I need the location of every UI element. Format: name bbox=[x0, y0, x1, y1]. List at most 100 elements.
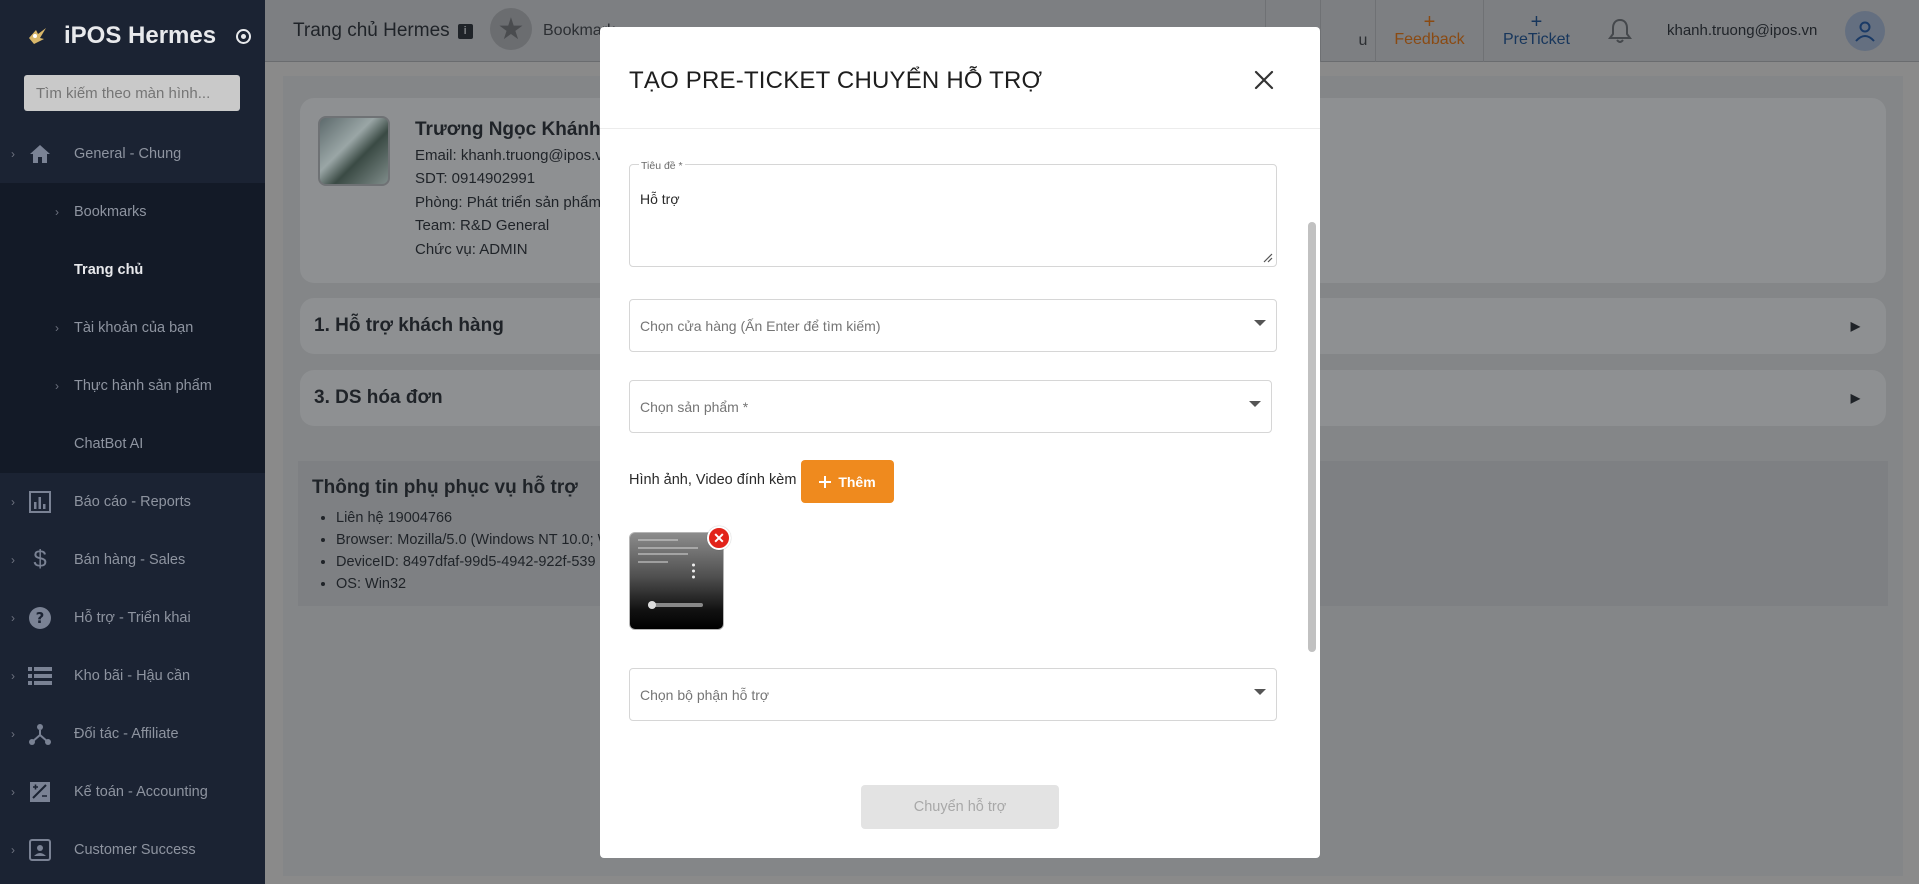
attachments-label: Hình ảnh, Video đính kèm bbox=[629, 472, 797, 488]
store-select[interactable]: Chọn cửa hàng (Ấn Enter để tìm kiếm) bbox=[629, 299, 1277, 352]
list-item: OS: Win32 bbox=[336, 573, 615, 595]
sidebar-item-general[interactable]: › General - Chung bbox=[0, 125, 265, 183]
caret-right-icon: ▶ bbox=[1850, 319, 1860, 333]
user-icon bbox=[1855, 21, 1875, 42]
section-title: 1. Hỗ trợ khách hàng bbox=[314, 315, 504, 336]
sidebar-item-bookmarks[interactable]: › Bookmarks bbox=[0, 183, 265, 241]
preticket-label: PreTicket bbox=[1503, 31, 1570, 48]
sidebar-item-label: Báo cáo - Reports bbox=[74, 494, 191, 510]
bar-chart-icon bbox=[27, 489, 53, 515]
department-select[interactable]: Chọn bộ phận hỗ trợ bbox=[629, 668, 1277, 721]
add-button-label: Thêm bbox=[838, 473, 876, 490]
sidebar-item-accounting[interactable]: › Kế toán - Accounting bbox=[0, 763, 265, 821]
menu-button-label: u bbox=[1358, 32, 1368, 49]
sidebar-item-label: Tài khoản của bạn bbox=[74, 320, 194, 336]
brand[interactable]: iPOS Hermes bbox=[26, 22, 252, 50]
sidebar-item-support[interactable]: › ? Hỗ trợ - Triển khai bbox=[0, 589, 265, 647]
chevron-right-icon: › bbox=[11, 147, 15, 161]
sidebar-item-reports[interactable]: › Báo cáo - Reports bbox=[0, 473, 265, 531]
help-circle-icon: ? bbox=[27, 605, 53, 631]
profile-email: Email: khanh.truong@ipos.vn bbox=[415, 146, 612, 164]
page-title-text: Trang chủ Hermes bbox=[293, 20, 450, 41]
bell-icon[interactable] bbox=[1605, 16, 1635, 46]
preticket-button[interactable]: + PreTicket bbox=[1483, 0, 1589, 62]
sidebar-item-label: Thực hành sản phẩm bbox=[74, 378, 212, 394]
submit-support-button[interactable]: Chuyển hỗ trợ bbox=[861, 785, 1059, 829]
user-email[interactable]: khanh.truong@ipos.vn bbox=[1667, 22, 1817, 39]
support-info-list: Liên hệ 19004766 Browser: Mozilla/5.0 (W… bbox=[336, 507, 615, 595]
list-item: Browser: Mozilla/5.0 (Windows NT 10.0; W… bbox=[336, 529, 615, 551]
profile-name: Trương Ngọc Khánh bbox=[415, 119, 601, 140]
sidebar-item-product-practice[interactable]: › Thực hành sản phẩm bbox=[0, 357, 265, 415]
subject-label: Tiêu đề * bbox=[639, 160, 685, 172]
sidebar-item-label: Đối tác - Affiliate bbox=[74, 726, 179, 742]
sidebar-item-affiliate[interactable]: › Đối tác - Affiliate bbox=[0, 705, 265, 763]
profile-phone: SDT: 0914902991 bbox=[415, 170, 536, 187]
chevron-right-icon: › bbox=[55, 379, 59, 393]
chevron-right-icon: › bbox=[11, 727, 15, 741]
profile-position: Chức vụ: ADMIN bbox=[415, 240, 528, 258]
modal-title: TẠO PRE-TICKET CHUYỂN HỖ TRỢ bbox=[629, 67, 1043, 94]
feedback-button[interactable]: + Feedback bbox=[1375, 0, 1483, 62]
menu-button[interactable]: u bbox=[1320, 0, 1375, 62]
sidebar-item-label: Hỗ trợ - Triển khai bbox=[74, 610, 191, 626]
dropdown-caret-icon bbox=[1249, 401, 1261, 407]
store-placeholder: Chọn cửa hàng (Ấn Enter để tìm kiếm) bbox=[640, 317, 881, 334]
product-placeholder: Chọn sản phẩm * bbox=[640, 398, 749, 415]
chevron-right-icon: › bbox=[55, 205, 59, 219]
sidebar-item-customer-success[interactable]: › Customer Success bbox=[0, 821, 265, 879]
plus-icon: + bbox=[1423, 11, 1436, 33]
network-icon bbox=[27, 721, 53, 747]
list-item: Liên hệ 19004766 bbox=[336, 507, 615, 529]
modal-scrollbar[interactable] bbox=[1308, 222, 1316, 652]
profile-info: Trương Ngọc Khánh Email: khanh.truong@ip… bbox=[415, 118, 611, 261]
sidebar-item-label: General - Chung bbox=[74, 146, 182, 162]
close-icon[interactable] bbox=[1253, 69, 1275, 91]
remove-attachment-icon[interactable]: ✕ bbox=[707, 526, 731, 550]
chevron-right-icon: › bbox=[11, 553, 15, 567]
profile-avatar bbox=[318, 116, 390, 186]
resize-grip-icon[interactable] bbox=[1261, 251, 1273, 263]
preticket-modal: TẠO PRE-TICKET CHUYỂN HỖ TRỢ Tiêu đề * H… bbox=[600, 27, 1320, 858]
section-title: 3. DS hóa đơn bbox=[314, 387, 443, 408]
avatar[interactable] bbox=[1845, 11, 1885, 51]
dollar-icon: $ bbox=[33, 546, 47, 573]
sidebar-item-warehouse[interactable]: › Kho bãi - Hậu cần bbox=[0, 647, 265, 705]
app-name: iPOS Hermes bbox=[64, 22, 217, 49]
dropdown-caret-icon bbox=[1254, 689, 1266, 695]
sidebar-item-chatbot[interactable]: ChatBot AI bbox=[0, 415, 265, 473]
sidebar-item-sales[interactable]: › $ Bán hàng - Sales bbox=[0, 531, 265, 589]
svg-text:?: ? bbox=[36, 609, 45, 627]
support-info-title: Thông tin phụ phục vụ hỗ trợ bbox=[312, 477, 578, 498]
chevron-right-icon: › bbox=[11, 611, 15, 625]
list-icon bbox=[27, 663, 53, 689]
radio-dot-icon[interactable] bbox=[236, 28, 252, 44]
product-select[interactable]: Chọn sản phẩm * bbox=[629, 380, 1272, 433]
department-placeholder: Chọn bộ phận hỗ trợ bbox=[640, 686, 770, 703]
profile-department: Phòng: Phát triển sản phẩm bbox=[415, 193, 601, 211]
page-title: Trang chủ Hermes i bbox=[293, 20, 473, 42]
video-progress-bar[interactable] bbox=[648, 601, 703, 609]
sidebar-search-input[interactable] bbox=[24, 75, 240, 111]
list-item: DeviceID: 8497dfaf-99d5-4942-922f-539 bbox=[336, 551, 615, 573]
chevron-right-icon: › bbox=[11, 495, 15, 509]
home-icon bbox=[27, 141, 53, 167]
sidebar-item-label: ChatBot AI bbox=[74, 436, 144, 452]
thumb-line bbox=[638, 539, 678, 541]
more-vertical-icon bbox=[692, 563, 695, 579]
star-icon[interactable]: ★ bbox=[490, 8, 532, 50]
contact-card-icon bbox=[27, 837, 53, 863]
subject-value: Hỗ trợ bbox=[640, 191, 680, 207]
dropdown-caret-icon bbox=[1254, 320, 1266, 326]
sidebar-item-label: Bookmarks bbox=[74, 204, 147, 220]
subject-textarea[interactable]: Tiêu đề * Hỗ trợ bbox=[629, 160, 1277, 267]
sidebar-item-home[interactable]: Trang chủ bbox=[0, 241, 265, 299]
caret-right-icon: ▶ bbox=[1850, 391, 1860, 405]
profile-team: Team: R&D General bbox=[415, 217, 550, 234]
add-attachment-button[interactable]: Thêm bbox=[801, 460, 894, 503]
sidebar-item-account[interactable]: › Tài khoản của bạn bbox=[0, 299, 265, 357]
thumb-line bbox=[638, 561, 668, 563]
info-icon[interactable]: i bbox=[457, 23, 473, 39]
chevron-right-icon: › bbox=[11, 669, 15, 683]
thumb-line bbox=[638, 553, 688, 555]
